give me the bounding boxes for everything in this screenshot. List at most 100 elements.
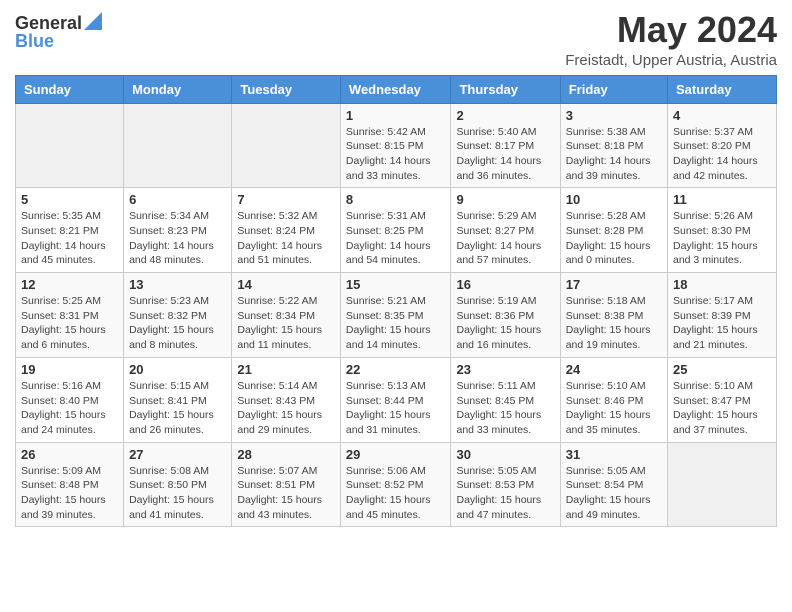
cell-sun-info: Sunrise: 5:22 AM Sunset: 8:34 PM Dayligh… (237, 294, 335, 353)
cell-sun-info: Sunrise: 5:13 AM Sunset: 8:44 PM Dayligh… (346, 379, 446, 438)
cell-day-number: 18 (673, 277, 771, 292)
weekday-header-monday: Monday (124, 75, 232, 103)
calendar-cell: 21Sunrise: 5:14 AM Sunset: 8:43 PM Dayli… (232, 357, 341, 442)
calendar-cell: 5 Sunrise: 5:35 AM Sunset: 8:21 PM Daylig… (16, 188, 124, 273)
location-title: Freistadt, Upper Austria, Austria (565, 52, 777, 69)
calendar-cell (124, 103, 232, 188)
calendar-cell: 17 Sunrise: 5:18 AM Sunset: 8:38 PM Dayli… (560, 273, 667, 358)
weekday-header-thursday: Thursday (451, 75, 560, 103)
cell-sun-info: Sunrise: 5:08 AM Sunset: 8:50 PM Dayligh… (129, 464, 226, 523)
cell-sun-info: Sunrise: 5:18 AM Sunset: 8:38 PM Dayligh… (566, 294, 662, 353)
cell-sun-info: Sunrise: 5:15 AM Sunset: 8:41 PM Dayligh… (129, 379, 226, 438)
calendar-cell: 19Sunrise: 5:16 AM Sunset: 8:40 PM Dayli… (16, 357, 124, 442)
calendar-cell: 13 Sunrise: 5:23 AM Sunset: 8:32 PM Dayli… (124, 273, 232, 358)
cell-sun-info: Sunrise: 5:10 AM Sunset: 8:47 PM Dayligh… (673, 379, 771, 438)
cell-day-number: 26 (21, 447, 118, 462)
cell-sun-info: Sunrise: 5:35 AM Sunset: 8:21 PM Dayligh… (21, 209, 118, 268)
cell-sun-info: Sunrise: 5:05 AM Sunset: 8:53 PM Dayligh… (456, 464, 554, 523)
cell-day-number: 12 (21, 277, 118, 292)
cell-sun-info: Sunrise: 5:10 AM Sunset: 8:46 PM Dayligh… (566, 379, 662, 438)
cell-sun-info: Sunrise: 5:19 AM Sunset: 8:36 PM Dayligh… (456, 294, 554, 353)
calendar-cell: 3 Sunrise: 5:38 AM Sunset: 8:18 PM Daylig… (560, 103, 667, 188)
calendar-cell: 12 Sunrise: 5:25 AM Sunset: 8:31 PM Dayli… (16, 273, 124, 358)
calendar-cell: 4 Sunrise: 5:37 AM Sunset: 8:20 PM Daylig… (668, 103, 777, 188)
calendar-table: SundayMondayTuesdayWednesdayThursdayFrid… (15, 75, 777, 528)
cell-day-number: 31 (566, 447, 662, 462)
cell-sun-info: Sunrise: 5:09 AM Sunset: 8:48 PM Dayligh… (21, 464, 118, 523)
calendar-cell: 28 Sunrise: 5:07 AM Sunset: 8:51 PM Dayli… (232, 442, 341, 527)
calendar-header: SundayMondayTuesdayWednesdayThursdayFrid… (16, 75, 777, 103)
weekday-header-saturday: Saturday (668, 75, 777, 103)
calendar-cell: 27 Sunrise: 5:08 AM Sunset: 8:50 PM Dayli… (124, 442, 232, 527)
cell-sun-info: Sunrise: 5:06 AM Sunset: 8:52 PM Dayligh… (346, 464, 446, 523)
cell-day-number: 2 (456, 108, 554, 123)
calendar-cell: 8 Sunrise: 5:31 AM Sunset: 8:25 PM Daylig… (340, 188, 451, 273)
cell-day-number: 25 (673, 362, 771, 377)
cell-day-number: 19 (21, 362, 118, 377)
calendar-week-row: 26 Sunrise: 5:09 AM Sunset: 8:48 PM Dayli… (16, 442, 777, 527)
cell-day-number: 17 (566, 277, 662, 292)
cell-sun-info: Sunrise: 5:38 AM Sunset: 8:18 PM Dayligh… (566, 125, 662, 184)
calendar-cell: 7Sunrise: 5:32 AM Sunset: 8:24 PM Daylig… (232, 188, 341, 273)
cell-day-number: 1 (346, 108, 446, 123)
calendar-cell: 20 Sunrise: 5:15 AM Sunset: 8:41 PM Dayli… (124, 357, 232, 442)
title-area: May 2024 Freistadt, Upper Austria, Austr… (565, 10, 777, 69)
header: General Blue May 2024 Freistadt, Upper A… (15, 10, 777, 69)
cell-sun-info: Sunrise: 5:05 AM Sunset: 8:54 PM Dayligh… (566, 464, 662, 523)
cell-sun-info: Sunrise: 5:40 AM Sunset: 8:17 PM Dayligh… (456, 125, 554, 184)
cell-sun-info: Sunrise: 5:42 AM Sunset: 8:15 PM Dayligh… (346, 125, 446, 184)
month-title: May 2024 (565, 10, 777, 50)
logo-text-line2: Blue (15, 32, 102, 52)
calendar-week-row: 1 Sunrise: 5:42 AM Sunset: 8:15 PM Daylig… (16, 103, 777, 188)
calendar-cell: 25 Sunrise: 5:10 AM Sunset: 8:47 PM Dayli… (668, 357, 777, 442)
cell-day-number: 7 (237, 192, 335, 207)
calendar-cell: 15Sunrise: 5:21 AM Sunset: 8:35 PM Dayli… (340, 273, 451, 358)
cell-sun-info: Sunrise: 5:14 AM Sunset: 8:43 PM Dayligh… (237, 379, 335, 438)
cell-day-number: 16 (456, 277, 554, 292)
calendar-cell: 22 Sunrise: 5:13 AM Sunset: 8:44 PM Dayli… (340, 357, 451, 442)
calendar-cell: 30 Sunrise: 5:05 AM Sunset: 8:53 PM Dayli… (451, 442, 560, 527)
cell-day-number: 28 (237, 447, 335, 462)
calendar-week-row: 19Sunrise: 5:16 AM Sunset: 8:40 PM Dayli… (16, 357, 777, 442)
cell-sun-info: Sunrise: 5:26 AM Sunset: 8:30 PM Dayligh… (673, 209, 771, 268)
cell-day-number: 14 (237, 277, 335, 292)
cell-sun-info: Sunrise: 5:34 AM Sunset: 8:23 PM Dayligh… (129, 209, 226, 268)
calendar-week-row: 12 Sunrise: 5:25 AM Sunset: 8:31 PM Dayli… (16, 273, 777, 358)
cell-day-number: 13 (129, 277, 226, 292)
cell-sun-info: Sunrise: 5:21 AM Sunset: 8:35 PM Dayligh… (346, 294, 446, 353)
cell-day-number: 29 (346, 447, 446, 462)
weekday-header-sunday: Sunday (16, 75, 124, 103)
cell-sun-info: Sunrise: 5:25 AM Sunset: 8:31 PM Dayligh… (21, 294, 118, 353)
cell-day-number: 24 (566, 362, 662, 377)
cell-sun-info: Sunrise: 5:07 AM Sunset: 8:51 PM Dayligh… (237, 464, 335, 523)
calendar-cell: 11Sunrise: 5:26 AM Sunset: 8:30 PM Dayli… (668, 188, 777, 273)
calendar-cell: 14 Sunrise: 5:22 AM Sunset: 8:34 PM Dayli… (232, 273, 341, 358)
cell-day-number: 8 (346, 192, 446, 207)
calendar-cell: 31 Sunrise: 5:05 AM Sunset: 8:54 PM Dayli… (560, 442, 667, 527)
calendar-cell: 18Sunrise: 5:17 AM Sunset: 8:39 PM Dayli… (668, 273, 777, 358)
calendar-cell: 23 Sunrise: 5:11 AM Sunset: 8:45 PM Dayli… (451, 357, 560, 442)
cell-day-number: 6 (129, 192, 226, 207)
cell-day-number: 4 (673, 108, 771, 123)
cell-day-number: 30 (456, 447, 554, 462)
cell-day-number: 9 (456, 192, 554, 207)
calendar-cell: 29 Sunrise: 5:06 AM Sunset: 8:52 PM Dayli… (340, 442, 451, 527)
cell-sun-info: Sunrise: 5:23 AM Sunset: 8:32 PM Dayligh… (129, 294, 226, 353)
calendar-cell: 2 Sunrise: 5:40 AM Sunset: 8:17 PM Daylig… (451, 103, 560, 188)
calendar-cell: 24 Sunrise: 5:10 AM Sunset: 8:46 PM Dayli… (560, 357, 667, 442)
weekday-header-tuesday: Tuesday (232, 75, 341, 103)
calendar-cell: 10Sunrise: 5:28 AM Sunset: 8:28 PM Dayli… (560, 188, 667, 273)
calendar-cell: 1 Sunrise: 5:42 AM Sunset: 8:15 PM Daylig… (340, 103, 451, 188)
logo-triangle-icon (84, 12, 102, 30)
cell-day-number: 5 (21, 192, 118, 207)
calendar-cell: 26 Sunrise: 5:09 AM Sunset: 8:48 PM Dayli… (16, 442, 124, 527)
cell-sun-info: Sunrise: 5:11 AM Sunset: 8:45 PM Dayligh… (456, 379, 554, 438)
cell-sun-info: Sunrise: 5:31 AM Sunset: 8:25 PM Dayligh… (346, 209, 446, 268)
cell-day-number: 22 (346, 362, 446, 377)
cell-sun-info: Sunrise: 5:37 AM Sunset: 8:20 PM Dayligh… (673, 125, 771, 184)
cell-day-number: 20 (129, 362, 226, 377)
cell-day-number: 23 (456, 362, 554, 377)
cell-day-number: 3 (566, 108, 662, 123)
weekday-header-friday: Friday (560, 75, 667, 103)
cell-day-number: 27 (129, 447, 226, 462)
